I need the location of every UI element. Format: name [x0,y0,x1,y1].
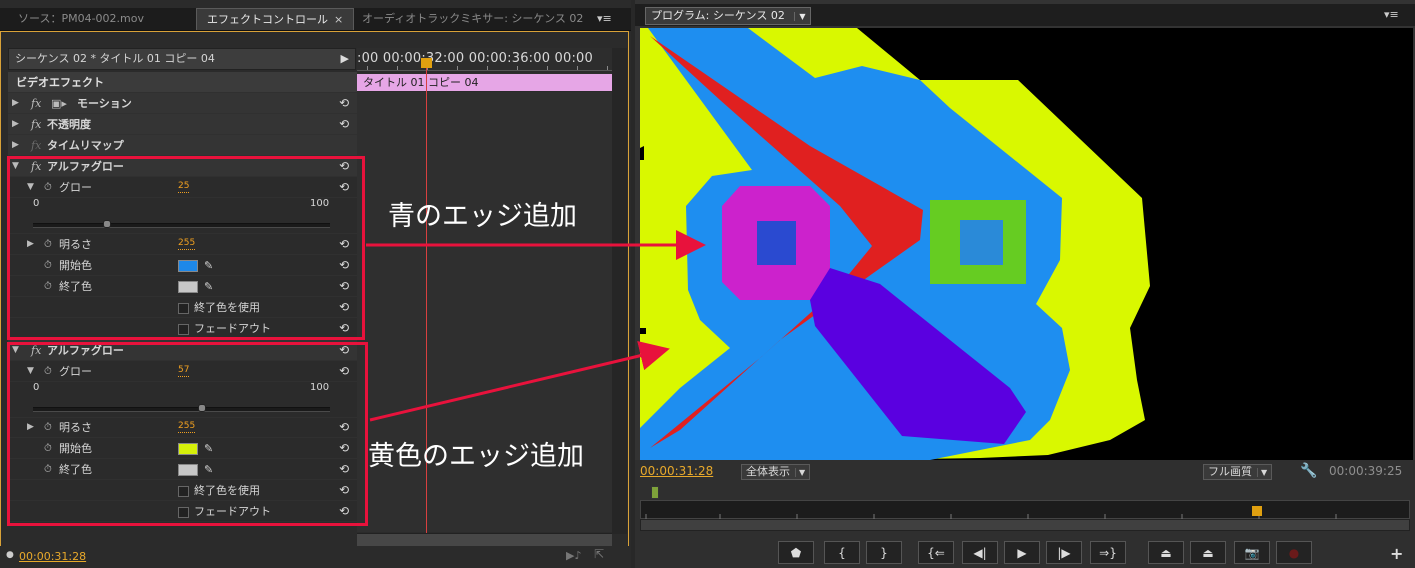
motion-transform-icon: ▣▸ [51,97,67,110]
play-button[interactable]: ▶ [1004,541,1040,564]
settings-wrench-icon[interactable]: 🔧 [1300,463,1317,479]
vertical-scrollbar[interactable] [612,48,627,534]
reset-icon[interactable]: ⟲ [339,93,349,114]
timecode-marker-icon: ● [6,550,14,560]
tab-program[interactable]: プログラム: シーケンス 02 ▼ [645,7,812,25]
fx-icon[interactable]: fx [31,93,41,114]
in-point-marker[interactable] [651,486,659,499]
horizontal-scrollbar[interactable] [357,533,612,546]
extract-button[interactable]: ⏏ [1190,541,1226,564]
clip-bar[interactable]: タイトル 01 コピー 04 [357,74,612,91]
annotation-box-blue-edge [7,156,365,340]
mark-in-button[interactable]: { [824,541,860,564]
fx-icon: fx [31,139,42,152]
video-frame-artwork [640,28,1413,460]
quality-dropdown[interactable]: フル画質 ▼ [1203,464,1273,480]
export-clip-icon[interactable]: ⇱ [594,547,604,561]
effect-row-time-remap[interactable]: ▶ fx タイムリマップ [8,135,357,156]
effect-row-opacity[interactable]: ▶ fx 不透明度 ⟲ [8,114,357,135]
effect-controls-panel: ソース：PM04-002.mov エフェクトコントロール × オーディオトラックミ… [0,0,631,568]
mark-out-button[interactable]: } [866,541,902,564]
expand-triangle-icon[interactable]: ▶ [12,93,19,114]
export-frame-button[interactable]: 📷 [1234,541,1270,564]
annotation-box-yellow-edge [7,342,368,526]
add-button-icon[interactable]: + [1390,544,1403,563]
zoom-scrollbar[interactable] [640,519,1410,531]
chevron-down-icon[interactable]: ▼ [794,12,806,21]
expand-triangle-icon[interactable]: ▶ [12,135,19,156]
panel-menu-icon[interactable]: ▾≡ [1384,8,1399,21]
go-to-in-button[interactable]: {⇐ [918,541,954,564]
duration-timecode: 00:00:39:25 [1329,464,1403,478]
step-back-button[interactable]: ◀| [962,541,998,564]
time-ruler-track[interactable] [640,500,1410,519]
left-tab-bar: ソース：PM04-002.mov エフェクトコントロール × オーディオトラックミ… [0,8,631,31]
step-forward-button[interactable]: |▶ [1046,541,1082,564]
fx-icon[interactable]: fx [31,114,41,135]
footer-timecode[interactable]: 00:00:31:28 [19,550,86,563]
chevron-down-icon: ▼ [1257,468,1268,477]
go-to-out-button[interactable]: ⇒} [1090,541,1126,564]
record-button[interactable]: ● [1276,541,1312,564]
playhead-handle[interactable] [1252,506,1262,516]
tab-source[interactable]: ソース：PM04-002.mov [8,8,154,30]
expand-timeline-icon[interactable]: ▶ [341,49,349,69]
add-marker-button[interactable]: ⬟ [778,541,814,564]
current-timecode[interactable]: 00:00:31:28 [640,464,713,478]
program-monitor-frame[interactable] [640,28,1413,460]
ruler-timecodes: :00 00:00:32:00 00:00:36:00 00:00 [357,51,593,65]
zoom-dropdown[interactable]: 全体表示 ▼ [741,464,811,480]
effect-controls-footer [0,546,629,567]
effect-row-motion[interactable]: ▶ fx ▣▸ モーション ⟲ [8,93,357,114]
close-icon[interactable]: × [334,13,343,26]
chevron-down-icon: ▼ [795,468,806,477]
lift-button[interactable]: ⏏ [1148,541,1184,564]
expand-triangle-icon[interactable]: ▶ [12,114,19,135]
annotation-label-blue-edge: 青のエッジ追加 [388,201,577,232]
tab-audio-track-mixer[interactable]: オーディオトラックミキサー: シーケンス 02 [352,8,590,30]
annotation-label-yellow-edge: 黄色のエッジ追加 [368,441,584,472]
playhead-handle[interactable] [421,58,432,68]
reset-icon[interactable]: ⟲ [339,114,349,135]
audio-scrub-icon[interactable]: ▶♪ [566,549,581,562]
tab-effect-controls[interactable]: エフェクトコントロール × [196,8,355,30]
video-effects-header: ビデオエフェクト [8,72,357,93]
sequence-header[interactable]: シーケンス 02 * タイトル 01 コピー 04 ▶ [8,48,356,70]
panel-menu-icon[interactable]: ▾≡ [597,12,612,25]
